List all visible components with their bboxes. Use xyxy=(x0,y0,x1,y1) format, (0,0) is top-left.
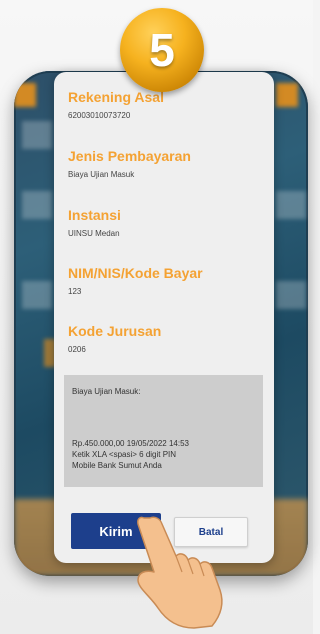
background-banner xyxy=(14,83,36,107)
field-value: 0206 xyxy=(68,345,86,354)
field-rekening-asal: Rekening Asal 62003010073720 xyxy=(68,89,268,120)
field-value: 123 xyxy=(68,287,82,296)
background-row xyxy=(276,191,306,219)
payment-info-box: Biaya Ujian Masuk: Rp.450.000,00 19/05/2… xyxy=(64,375,263,487)
field-kode-jurusan: Kode Jurusan 0206 xyxy=(68,323,268,354)
confirmation-dialog: Rekening Asal 62003010073720 Jenis Pemba… xyxy=(54,72,274,563)
field-label: Kode Jurusan xyxy=(68,323,162,339)
field-value: UINSU Medan xyxy=(68,229,120,238)
field-nim-nis-kode-bayar: NIM/NIS/Kode Bayar 123 xyxy=(68,265,268,296)
field-label: Jenis Pembayaran xyxy=(68,148,191,164)
step-number-badge: 5 xyxy=(120,8,204,92)
pointing-hand-icon xyxy=(137,516,223,629)
field-jenis-pembayaran: Jenis Pembayaran Biaya Ujian Masuk xyxy=(68,148,268,179)
field-label: NIM/NIS/Kode Bayar xyxy=(68,265,203,281)
background-row xyxy=(276,281,306,309)
background-row xyxy=(22,191,52,219)
info-amount: Rp.450.000,00 19/05/2022 14:53 xyxy=(72,439,189,448)
field-value: Biaya Ujian Masuk xyxy=(68,170,135,179)
background-row xyxy=(22,121,52,149)
step-number: 5 xyxy=(149,24,175,76)
field-instansi: Instansi UINSU Medan xyxy=(68,207,268,238)
background-row xyxy=(22,281,52,309)
background-banner xyxy=(276,83,298,107)
field-label: Instansi xyxy=(68,207,121,223)
info-title: Biaya Ujian Masuk: xyxy=(72,387,141,396)
field-value: 62003010073720 xyxy=(68,111,131,120)
info-instruction: Ketik XLA <spasi> 6 digit PIN xyxy=(72,450,177,459)
info-instruction: Mobile Bank Sumut Anda xyxy=(72,461,162,470)
